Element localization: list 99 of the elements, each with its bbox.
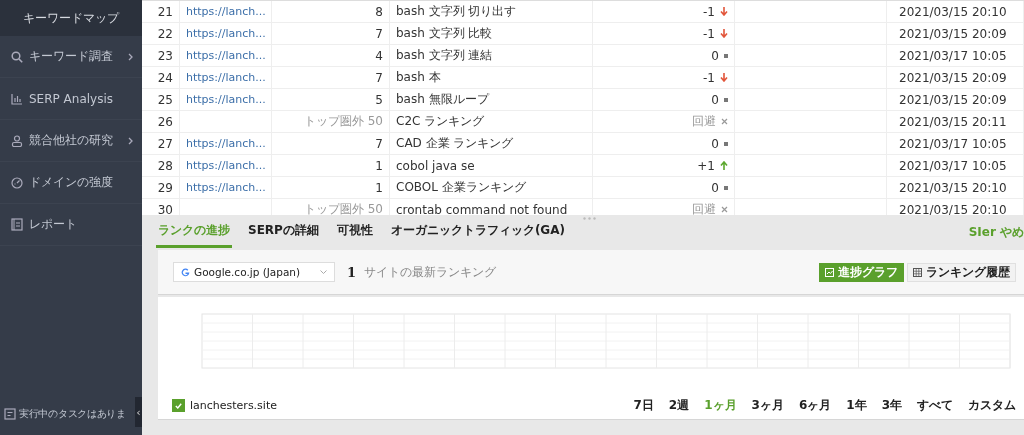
rank-value: 5 (375, 92, 383, 107)
rank-change: 回避 (692, 113, 716, 130)
keyword-text: bash 文字列 連結 (396, 47, 493, 64)
drag-handle-icon[interactable] (583, 217, 596, 220)
keyword-text: cobol java se (396, 158, 475, 173)
rank-change: 0 (711, 136, 719, 151)
keyword-text: crontab command not found (396, 202, 568, 215)
rank-value: 7 (375, 136, 383, 151)
down-arrow-icon (720, 29, 728, 38)
keyword-text: COBOL 企業ランキング (396, 179, 526, 196)
rank-value: 7 (375, 26, 383, 41)
keyword-title: SIer やめ (968, 224, 1024, 241)
keyword-text: bash 文字列 比較 (396, 25, 493, 42)
timeframe-option[interactable]: 7日 (633, 397, 654, 414)
cross-icon (721, 206, 728, 213)
rank-change: -1 (703, 70, 715, 85)
task-status: 実行中のタスクはありま (19, 407, 126, 421)
timeframe-option[interactable]: すべて (917, 397, 953, 414)
row-number: 21 (157, 4, 173, 19)
url-link[interactable]: https://lanch... (186, 5, 266, 18)
timeframe-option[interactable]: 3年 (881, 397, 902, 414)
date-time: 2021/03/15 20:09 (899, 92, 1007, 107)
tab[interactable]: 可視性 (334, 215, 375, 248)
down-arrow-icon (720, 73, 728, 82)
gauge-icon (11, 176, 23, 189)
cross-icon (721, 118, 728, 125)
rank-change: -1 (703, 4, 715, 19)
rank-change: 0 (711, 48, 719, 63)
rank-value: 1 (375, 158, 383, 173)
keyword-text: bash 本 (396, 69, 441, 86)
rank-value: トップ圏外 50 (303, 113, 383, 130)
chevron-icon (128, 136, 133, 145)
site-count: 1 (347, 264, 357, 280)
legend-label: lanchesters.site (190, 399, 277, 412)
checkbox[interactable] (172, 399, 185, 412)
table-icon (913, 267, 922, 277)
row-number: 27 (157, 136, 173, 151)
keyword-text: C2C ランキング (396, 113, 485, 130)
keyword-text: bash 無限ループ (396, 91, 489, 108)
timeframe-option[interactable]: 1年 (846, 397, 867, 414)
user-icon (11, 134, 23, 147)
url-link[interactable]: https://lanch... (186, 159, 266, 172)
url-link[interactable]: https://lanch... (186, 27, 266, 40)
rank-value: 4 (375, 48, 383, 63)
rank-change: +1 (697, 158, 715, 173)
graph-icon (825, 267, 834, 277)
date-time: 2021/03/17 10:05 (899, 158, 1007, 173)
rank-value: 7 (375, 70, 383, 85)
keyword-text: CAD 企業 ランキング (396, 135, 514, 152)
timeframe-option[interactable]: 2週 (668, 397, 690, 414)
dropdown-caret-icon (320, 270, 327, 274)
row-number: 25 (157, 92, 173, 107)
date-time: 2021/03/15 20:11 (899, 114, 1007, 129)
row-number: 23 (157, 48, 173, 63)
row-number: 26 (157, 114, 173, 129)
date-time: 2021/03/15 20:09 (899, 26, 1007, 41)
sidebar-title: キーワードマップ (0, 0, 142, 36)
date-time: 2021/03/17 10:05 (899, 48, 1007, 63)
rank-value: 8 (375, 4, 383, 19)
keyword-text: bash 文字列 切り出す (396, 3, 517, 20)
rank-change: 回避 (692, 201, 716, 215)
down-arrow-icon (720, 7, 728, 16)
google-g-icon (181, 267, 190, 277)
site-count-label: サイトの最新ランキング (364, 263, 497, 281)
url-link[interactable]: https://lanch... (186, 137, 266, 150)
tab[interactable]: オーガニックトラフィック(GA) (388, 215, 567, 248)
rank-change: 0 (711, 92, 719, 107)
search-icon (11, 50, 23, 63)
collapse-handle[interactable]: ‹ (135, 397, 142, 427)
row-number: 24 (157, 70, 173, 85)
row-number: 29 (157, 180, 173, 195)
check-icon (175, 402, 182, 409)
chevron-icon (128, 52, 133, 61)
timeframe-option[interactable]: カスタム (968, 397, 1016, 414)
timeframe-option[interactable]: 6ヶ月 (798, 397, 832, 414)
row-number: 22 (157, 26, 173, 41)
rank-value: 1 (375, 180, 383, 195)
bar-chart-icon (11, 92, 23, 105)
date-time: 2021/03/15 20:10 (899, 180, 1007, 195)
rank-change: 0 (711, 180, 719, 195)
up-arrow-icon (720, 161, 728, 170)
view-button[interactable]: ランキング履歴 (907, 262, 1016, 282)
date-time: 2021/03/17 10:05 (899, 136, 1007, 151)
url-link[interactable]: https://lanch... (186, 71, 266, 84)
row-number: 30 (157, 202, 173, 215)
task-icon (4, 408, 16, 420)
search-engine-select[interactable]: Google.co.jp (Japan) (173, 262, 335, 282)
url-link[interactable]: https://lanch... (186, 49, 266, 62)
rank-value: トップ圏外 50 (303, 201, 383, 215)
tab[interactable]: SERPの詳細 (246, 215, 321, 248)
timeframe-option[interactable]: 3ヶ月 (751, 397, 784, 414)
url-link[interactable]: https://lanch... (186, 93, 266, 106)
url-link[interactable]: https://lanch... (186, 181, 266, 194)
row-number: 28 (157, 158, 173, 173)
date-time: 2021/03/15 20:10 (899, 202, 1007, 215)
document-icon (11, 218, 23, 231)
rank-change: -1 (703, 26, 715, 41)
date-time: 2021/03/15 20:09 (899, 70, 1007, 85)
date-time: 2021/03/15 20:10 (899, 4, 1007, 19)
